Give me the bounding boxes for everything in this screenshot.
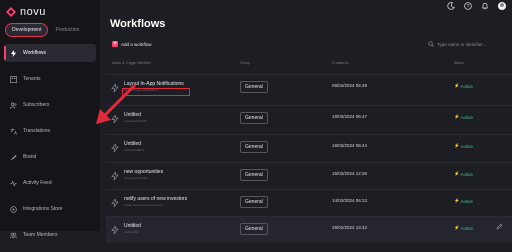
sidebar-item-team-members[interactable]: Team Members xyxy=(0,226,100,244)
workflow-name: Untitled xyxy=(124,141,141,147)
workflow-identifier: notify-users-of-new-investors xyxy=(124,203,163,207)
workflow-identifier: untitled-9f2 xyxy=(124,230,139,234)
lightning-icon xyxy=(111,199,119,207)
group-badge: General xyxy=(240,169,268,181)
sidebar-item-activity-feed[interactable]: Activity Feed xyxy=(0,174,100,192)
created-at: 09/04/2024 05:49 xyxy=(332,83,368,88)
sidebar-item-tenants[interactable]: Tenants xyxy=(0,70,100,88)
column-header-name[interactable]: Name & Trigger Identifier xyxy=(112,61,151,65)
edit-icon[interactable] xyxy=(496,223,503,230)
plus-icon: + xyxy=(112,41,118,47)
table-row[interactable]: Untitled untitled-ef7c6a7a General 18/03… xyxy=(106,105,512,132)
novu-logo-icon xyxy=(6,7,16,17)
table-row[interactable]: Untitled untitled-aa8b1c General 18/03/2… xyxy=(106,134,512,161)
group-badge: General xyxy=(240,81,268,93)
sidebar-item-label: Brand xyxy=(23,154,37,160)
activity-icon xyxy=(10,179,17,187)
workflow-name: notify users of new investors xyxy=(124,196,188,202)
lightning-icon xyxy=(111,144,119,152)
group-badge: General xyxy=(240,112,268,124)
sidebar-item-integrations-store[interactable]: Integrations Store xyxy=(0,200,100,218)
active-icon: ⚡ xyxy=(454,171,460,176)
users-icon xyxy=(10,102,17,109)
sidebar-item-workflows[interactable]: Workflows xyxy=(4,44,96,62)
team-icon xyxy=(10,232,17,238)
status-badge: ⚡ Active xyxy=(454,198,473,204)
table-row[interactable]: new opportunities new-opportunities Gene… xyxy=(106,162,512,189)
sidebar-item-label: Subscribers xyxy=(23,102,50,108)
svg-text:?: ? xyxy=(467,4,470,10)
status-badge: ⚡ Active xyxy=(454,225,473,231)
topbar-actions: ? xyxy=(447,2,506,10)
bell-icon[interactable] xyxy=(481,2,489,10)
env-production-button[interactable]: Production xyxy=(49,24,85,36)
environment-switch[interactable]: Development Production xyxy=(4,22,96,38)
workflow-name: Untitled xyxy=(124,223,141,229)
column-header-group[interactable]: Group xyxy=(240,61,250,65)
lightning-icon xyxy=(10,49,17,57)
table-row[interactable]: notify users of new investors notify-use… xyxy=(106,189,512,216)
active-icon: ⚡ xyxy=(454,114,460,119)
help-icon[interactable]: ? xyxy=(464,2,472,10)
sidebar-item-label: Integrations Store xyxy=(23,206,63,212)
search-input[interactable] xyxy=(437,41,511,47)
group-badge: General xyxy=(240,196,268,208)
moon-icon[interactable] xyxy=(447,2,455,10)
active-icon: ⚡ xyxy=(454,83,460,88)
translate-icon xyxy=(10,127,17,135)
workflow-name: new opportunities xyxy=(124,169,164,175)
lightning-icon xyxy=(111,172,119,180)
workflow-identifier: new-opportunities xyxy=(124,176,148,180)
status-label: Active xyxy=(460,225,473,231)
status-badge: ⚡ Active xyxy=(454,171,473,177)
env-development-button[interactable]: Development xyxy=(4,23,49,37)
page-title: Workflows xyxy=(110,18,166,30)
table-row[interactable]: Untitled untitled-9f2 General 29/02/2024… xyxy=(106,216,512,243)
sidebar: novu Development Production Workflows Te… xyxy=(0,0,100,238)
topbar: ? xyxy=(100,0,512,12)
sidebar-item-subscribers[interactable]: Subscribers xyxy=(0,96,100,114)
sidebar-item-brand[interactable]: Brand xyxy=(0,148,100,166)
sidebar-item-label: Activity Feed xyxy=(23,180,52,186)
tenants-icon xyxy=(10,75,17,83)
sidebar-item-label: Translations xyxy=(23,128,51,134)
column-header-created-at[interactable]: Created At xyxy=(332,61,349,65)
active-icon: ⚡ xyxy=(454,198,460,203)
workflow-identifier: untitled-aa8b1c xyxy=(124,148,145,152)
created-at: 15/03/2024 12:26 xyxy=(332,171,368,176)
sidebar-item-label: Tenants xyxy=(23,76,41,82)
status-label: Active xyxy=(460,143,473,149)
created-at: 18/03/2024 06:47 xyxy=(332,114,368,119)
sidebar-item-label: Workflows xyxy=(23,50,46,56)
lightning-icon xyxy=(111,226,119,234)
active-icon: ⚡ xyxy=(454,143,460,148)
annotation-arrow-icon xyxy=(96,84,136,124)
brand-name: novu xyxy=(20,6,46,18)
add-workflow-label: Add a workflow xyxy=(121,41,152,47)
status-label: Active xyxy=(460,171,473,177)
search-icon xyxy=(428,41,434,47)
created-at: 29/02/2024 13:42 xyxy=(332,225,368,230)
sidebar-item-label: Team Members xyxy=(23,232,58,238)
integrations-icon xyxy=(10,205,17,213)
active-icon: ⚡ xyxy=(454,225,460,230)
sidebar-nav: Workflows Tenants Subscribers Translatio… xyxy=(0,44,100,252)
brand-icon xyxy=(10,154,17,160)
status-label: Active xyxy=(460,114,473,120)
status-badge: ⚡ Active xyxy=(454,114,473,120)
avatar[interactable] xyxy=(498,2,506,10)
status-badge: ⚡ Active xyxy=(454,143,473,149)
status-label: Active xyxy=(460,198,473,204)
search xyxy=(428,41,511,47)
group-badge: General xyxy=(240,223,268,235)
add-workflow-button[interactable]: + Add a workflow xyxy=(112,41,152,47)
status-label: Active xyxy=(460,83,473,89)
status-badge: ⚡ Active xyxy=(454,83,473,89)
column-header-status[interactable]: Status xyxy=(454,61,464,65)
group-badge: General xyxy=(240,141,268,153)
created-at: 14/03/2024 06:13 xyxy=(332,198,368,203)
sidebar-item-translations[interactable]: Translations xyxy=(0,122,100,140)
brand[interactable]: novu xyxy=(6,6,46,18)
created-at: 18/03/2024 06:44 xyxy=(332,143,368,148)
